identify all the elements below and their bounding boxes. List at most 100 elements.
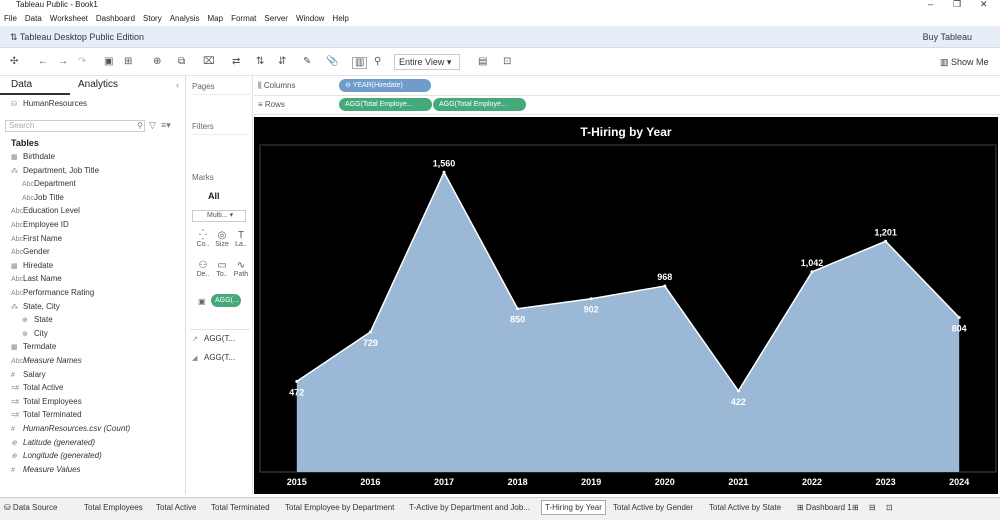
sheet-tab[interactable]: ⊞ Dashboard 1	[797, 503, 852, 512]
field-item[interactable]: =# Total Terminated	[11, 410, 82, 419]
filters-drop-area[interactable]	[190, 134, 250, 164]
sort-desc-icon[interactable]: ⇵	[278, 57, 286, 67]
field-item[interactable]: AbcGender	[11, 247, 50, 256]
pin-icon[interactable]: ⚲	[374, 57, 381, 67]
redo-icon[interactable]: ↷	[78, 57, 86, 67]
buy-tableau-link[interactable]: Buy Tableau	[923, 32, 972, 42]
columns-pill[interactable]: ⊖ YEAR(Hiredate)	[339, 79, 431, 92]
field-item[interactable]: =# Total Employees	[11, 397, 82, 406]
show-me-button[interactable]: ▥ Show Me	[940, 57, 989, 68]
new-sheet-icon[interactable]: ⊕	[153, 57, 161, 67]
sheet-tab[interactable]: Total Active by State	[709, 503, 781, 512]
close-icon[interactable]: ✕	[980, 0, 988, 9]
mark-button[interactable]: ∿ Path	[231, 260, 251, 288]
menu-help[interactable]: Help	[332, 14, 348, 23]
marks-label-pill[interactable]: AGG(...	[211, 294, 241, 307]
sheet-tab[interactable]: Total Employee by Department	[285, 503, 394, 512]
group-icon[interactable]: 📎	[326, 57, 338, 67]
field-item[interactable]: AbcEducation Level	[11, 206, 80, 215]
field-item[interactable]: ▦ Hiredate	[11, 261, 53, 270]
menu-format[interactable]: Format	[231, 14, 256, 23]
field-item[interactable]: AbcPerformance Rating	[11, 288, 94, 297]
x-tick-label: 2024	[949, 477, 969, 487]
tab-data[interactable]: Data	[11, 79, 32, 90]
collapse-pane-icon[interactable]: ‹	[176, 80, 179, 90]
rows-pill-2[interactable]: AGG(Total Employe...	[433, 98, 526, 111]
field-item[interactable]: ⊕ Longitude (generated)	[11, 451, 102, 460]
sheet-tab-active[interactable]: T-Hiring by Year	[541, 500, 606, 515]
mark-button[interactable]: ⚇ De..	[193, 260, 213, 288]
pages-drop-area[interactable]	[190, 94, 250, 116]
field-item[interactable]: AbcDepartment	[22, 179, 76, 188]
mark-type-dropdown[interactable]: Multi... ▾	[192, 210, 246, 222]
menu-data[interactable]: Data	[25, 14, 42, 23]
show-me-label: Show Me	[951, 57, 989, 67]
data-source-item[interactable]: ⛁ HumanResources	[11, 99, 87, 108]
area-chart[interactable]: T-Hiring by Year 472 2015 729 2016 1,560 2017 8…	[254, 117, 998, 494]
field-item[interactable]: # Measure Values	[11, 465, 81, 474]
field-item[interactable]: ▦ Termdate	[11, 342, 56, 351]
menu-file[interactable]: File	[4, 14, 17, 23]
field-item[interactable]: ⁂ Department, Job Title	[11, 166, 99, 175]
fit-dropdown[interactable]: Entire View ▾	[394, 54, 460, 70]
new-worksheet-icon[interactable]: ⊞	[852, 503, 859, 512]
menu-window[interactable]: Window	[296, 14, 324, 23]
field-item[interactable]: AbcFirst Name	[11, 234, 62, 243]
sheet-tab[interactable]: ⛁ Data Source	[4, 503, 57, 512]
sheet-tab[interactable]: Total Active	[156, 503, 196, 512]
back-icon[interactable]: ←	[38, 57, 48, 67]
mark-button[interactable]: T La..	[231, 230, 251, 258]
field-item[interactable]: AbcLast Name	[11, 274, 62, 283]
sheet-tab[interactable]: Total Terminated	[211, 503, 270, 512]
field-item[interactable]: # HumanResources.csv (Count)	[11, 424, 130, 433]
tab-analytics[interactable]: Analytics	[78, 79, 118, 90]
sort-asc-icon[interactable]: ⇅	[256, 57, 264, 67]
highlight-icon[interactable]: ✎	[303, 57, 311, 67]
view-options-icon[interactable]: ≡▾	[161, 120, 171, 131]
field-item[interactable]: # Salary	[11, 370, 46, 379]
mark-button[interactable]: ▭ To..	[212, 260, 232, 288]
new-story-icon[interactable]: ⊡	[886, 503, 893, 512]
rows-pill-1[interactable]: AGG(Total Employe...	[339, 98, 432, 111]
filter-icon[interactable]: ▽	[149, 120, 156, 131]
labels-icon[interactable]: ▥	[352, 57, 368, 69]
visualization[interactable]: T-Hiring by Year 472 2015 729 2016 1,560 2017 8…	[254, 117, 998, 494]
search-input[interactable]: Search	[5, 120, 145, 132]
save-icon[interactable]: ▣	[104, 57, 113, 67]
menu-server[interactable]: Server	[264, 14, 288, 23]
new-dashboard-icon[interactable]: ⊟	[869, 503, 876, 512]
menu-dashboard[interactable]: Dashboard	[96, 14, 135, 23]
cards-icon[interactable]: ▤	[478, 57, 487, 67]
field-item[interactable]: ⊕ State	[22, 315, 53, 324]
search-icon[interactable]: ⚲	[137, 121, 143, 130]
tableau-logo-icon[interactable]: ✣	[10, 57, 18, 67]
data-source-icon[interactable]: ⊞	[124, 57, 132, 67]
sheet-tab[interactable]: T-Active by Department and Job...	[409, 503, 530, 512]
menu-analysis[interactable]: Analysis	[170, 14, 200, 23]
measure-card-b[interactable]: ◢ AGG(T...	[192, 353, 235, 362]
duplicate-sheet-icon[interactable]: ⧉	[178, 57, 185, 67]
field-item[interactable]: =# Total Active	[11, 383, 63, 392]
presentation-icon[interactable]: ⊡	[503, 57, 511, 67]
swap-icon[interactable]: ⇄	[232, 57, 240, 67]
menu-worksheet[interactable]: Worksheet	[50, 14, 88, 23]
field-item[interactable]: AbcEmployee ID	[11, 220, 69, 229]
field-item[interactable]: ⁂ State, City	[11, 302, 60, 311]
sheet-tab[interactable]: Total Employees	[84, 503, 143, 512]
marks-all-label[interactable]: All	[208, 191, 220, 201]
field-item[interactable]: AbcMeasure Names	[11, 356, 82, 365]
menu-story[interactable]: Story	[143, 14, 162, 23]
sheet-tab[interactable]: Total Active by Gender	[613, 503, 693, 512]
field-item[interactable]: AbcJob Title	[22, 193, 64, 202]
forward-icon[interactable]: →	[58, 57, 68, 67]
mark-button[interactable]: ◎ Size	[212, 230, 232, 258]
measure-card-a[interactable]: ↗ AGG(T...	[192, 334, 235, 343]
clear-sheet-icon[interactable]: ⌧	[203, 57, 215, 67]
field-item[interactable]: ▦ Birthdate	[11, 152, 55, 161]
menu-map[interactable]: Map	[208, 14, 224, 23]
mark-button[interactable]: ⁛ Co..	[193, 230, 213, 258]
minimize-icon[interactable]: –	[928, 0, 933, 9]
field-item[interactable]: ⊕ City	[22, 329, 48, 338]
maximize-icon[interactable]: ❐	[953, 0, 961, 9]
field-item[interactable]: ⊕ Latitude (generated)	[11, 438, 95, 447]
